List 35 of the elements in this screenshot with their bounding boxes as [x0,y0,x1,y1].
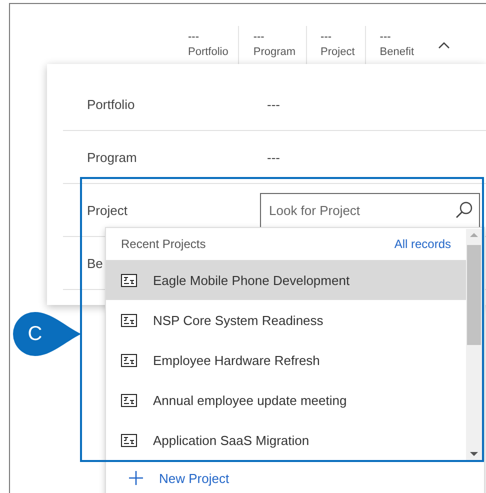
field-label: Portfolio [86,96,136,112]
field-label: Portfolio [188,45,228,60]
field-value: --- [188,30,200,44]
project-icon [121,314,137,326]
project-icon [121,434,137,446]
field-value: --- [267,96,280,112]
all-records-link[interactable]: All records [394,237,451,251]
field-label: Program [86,150,138,164]
field-label: Project [86,202,128,218]
project-icon [121,274,137,286]
field-value: --- [253,30,266,44]
plus-icon [128,470,144,486]
callout-marker [13,312,81,356]
field-label: Benefit [380,45,414,60]
search-icon[interactable] [455,200,473,218]
list-item[interactable]: Eagle Mobile Phone Development [106,260,466,300]
project-icon [121,394,137,406]
list-item[interactable]: Annual employee update meeting [106,380,466,420]
scrollbar[interactable] [466,229,482,460]
field-label: Program [253,45,296,60]
field-label: Be [86,256,104,270]
section-title: Recent Projects [121,237,206,251]
callout-letter: C [26,322,44,346]
field-value: --- [320,30,333,44]
field-label: Project [320,45,355,60]
field-value: --- [380,30,392,44]
search-field[interactable]: Look for Project [260,192,480,228]
scroll-thumb[interactable] [467,245,481,345]
list-item[interactable]: Application SaaS Migration [106,420,466,460]
list-item[interactable]: Employee Hardware Refresh [106,340,466,380]
collapse-chevron-icon[interactable] [438,40,450,50]
new-project-button[interactable]: New Project [128,470,230,486]
project-icon [121,354,137,366]
field-value: --- [267,150,280,164]
list-item[interactable]: NSP Core System Readiness [106,300,466,340]
